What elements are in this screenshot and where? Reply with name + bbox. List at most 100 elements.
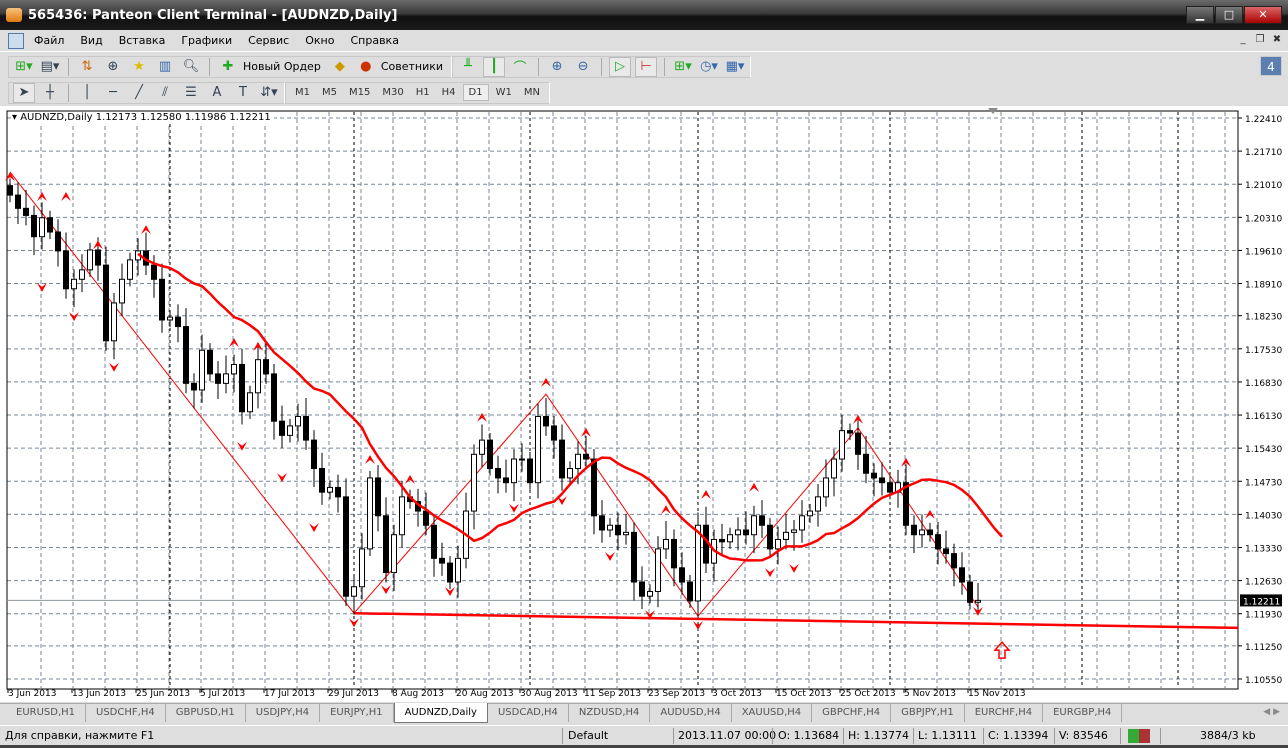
zoom-in-icon[interactable]: ⊕ — [546, 57, 568, 77]
menu-view[interactable]: Вид — [72, 34, 110, 47]
timeframe-h1[interactable]: H1 — [411, 85, 435, 100]
menu-window[interactable]: Окно — [297, 34, 342, 47]
fractal-up-arrow-icon — [229, 338, 239, 348]
text-label-icon[interactable]: T — [232, 83, 254, 103]
candle-body — [263, 359, 269, 375]
candle-body — [695, 524, 701, 602]
date-tick-label: 15 Nov 2013 — [968, 689, 1026, 699]
candle-body — [719, 538, 725, 543]
chart-tab[interactable]: EURJPY,H1 — [320, 704, 394, 722]
new-order-button[interactable]: Новый Ордер — [243, 60, 325, 73]
chart-tab[interactable]: XAUUSD,H4 — [732, 704, 813, 722]
price-chart[interactable]: 1.22410 1.21710 1.21010 1.20310 1.19610 1.189… — [0, 106, 1288, 702]
timeframe-m1[interactable]: M1 — [290, 85, 315, 100]
chart-tab[interactable]: USDCAD,H4 — [488, 704, 569, 722]
menu-help[interactable]: Справка — [342, 34, 406, 47]
chart-window-icon[interactable] — [8, 32, 24, 49]
candle — [743, 511, 749, 545]
minimize-button[interactable]: ▁ — [1186, 6, 1214, 24]
text-icon[interactable]: A — [206, 83, 228, 103]
terminal-icon[interactable]: ▥ — [154, 57, 176, 77]
candle — [367, 470, 373, 556]
fibonacci-icon[interactable]: ☰ — [180, 83, 202, 103]
mdi-restore-button[interactable]: ❐ — [1253, 33, 1267, 47]
indicators-icon[interactable]: ⊞▾ — [672, 57, 694, 77]
line-chart-icon[interactable]: ⌒ — [509, 57, 531, 77]
menu-tools[interactable]: Сервис — [240, 34, 297, 47]
experts-icon[interactable]: ● — [355, 57, 377, 77]
chart-canvas[interactable]: 1.22410 1.21710 1.21010 1.20310 1.19610 1.189… — [0, 106, 1288, 702]
navigator-icon[interactable]: ★ — [128, 57, 150, 77]
tab-scroll-arrows[interactable]: ◀ ▶ — [1263, 707, 1280, 717]
candle-body — [239, 363, 245, 413]
menu-file[interactable]: Файл — [26, 34, 72, 47]
chart-tab[interactable]: EURGBP,H4 — [1043, 704, 1123, 722]
strategy-tester-icon[interactable]: 🔍︎ — [180, 57, 202, 77]
chart-tab[interactable]: GBPJPY,H1 — [891, 704, 965, 722]
chart-tab[interactable]: NZDUSD,H4 — [569, 704, 651, 722]
trendline-icon[interactable]: ╱ — [128, 83, 150, 103]
metaeditor-icon[interactable]: ◆ — [329, 57, 351, 77]
chart-tab[interactable]: USDJPY,H4 — [246, 704, 321, 722]
chart-tab[interactable]: EURUSD,H1 — [6, 704, 87, 722]
notifications-badge[interactable]: 4 — [1260, 56, 1282, 76]
chart-tab[interactable]: USDCHF,H4 — [86, 704, 166, 722]
close-button[interactable]: ✕ — [1244, 6, 1282, 24]
candle — [767, 518, 773, 556]
chart-shift-icon[interactable]: ⊢ — [635, 56, 658, 77]
chart-tab[interactable]: GBPCHF,H4 — [812, 704, 892, 722]
vertical-line-icon[interactable]: │ — [76, 83, 98, 103]
date-tick-label: 15 Oct 2013 — [776, 689, 832, 699]
market-watch-icon[interactable]: ⇅ — [76, 57, 98, 77]
chart-tab[interactable]: EURCHF,H4 — [965, 704, 1044, 722]
date-tick-label: 20 Aug 2013 — [456, 689, 514, 699]
candle — [183, 308, 189, 394]
fractal-down-arrow-icon — [509, 503, 519, 513]
timeframe-m15[interactable]: M15 — [344, 85, 375, 100]
arrows-icon[interactable]: ⇵▾ — [258, 83, 280, 103]
new-chart-icon[interactable]: ⊞▾ — [13, 57, 35, 77]
chart-tab[interactable]: AUDNZD,Daily — [393, 703, 488, 723]
bar-chart-icon[interactable]: ╨ — [457, 57, 479, 77]
maximize-button[interactable]: □ — [1215, 6, 1243, 24]
chart-tab[interactable]: GBPUSD,H1 — [166, 704, 246, 722]
candle — [727, 527, 733, 549]
candle — [255, 346, 261, 409]
price-tick-label: 1.15430 — [1245, 445, 1282, 455]
zoom-out-icon[interactable]: ⊖ — [572, 57, 594, 77]
timeframe-d1[interactable]: D1 — [462, 84, 489, 101]
timeframe-mn[interactable]: MN — [519, 85, 545, 100]
fractal-up-arrow-icon — [405, 474, 415, 484]
data-window-icon[interactable]: ⊕ — [102, 57, 124, 77]
fractal-down-arrow-icon — [109, 362, 119, 372]
date-tick-label: 11 Sep 2013 — [584, 689, 641, 699]
candlestick-icon[interactable]: ┃ — [483, 56, 506, 77]
candle-body — [39, 217, 45, 238]
candle-body — [823, 477, 829, 498]
mdi-minimize-button[interactable]: _ — [1236, 33, 1250, 47]
menu-charts[interactable]: Графики — [173, 34, 240, 47]
timeframe-m30[interactable]: M30 — [377, 85, 408, 100]
templates-icon[interactable]: ▦▾ — [724, 57, 746, 77]
timeframe-w1[interactable]: W1 — [491, 85, 517, 100]
candle-body — [447, 562, 453, 583]
chart-tab[interactable]: AUDUSD,H4 — [650, 704, 732, 722]
timeframe-m5[interactable]: M5 — [317, 85, 342, 100]
candle — [471, 444, 477, 530]
profiles-icon[interactable]: ▤▾ — [39, 57, 61, 77]
new-order-icon[interactable]: ✚ — [217, 57, 239, 77]
candle — [951, 543, 957, 587]
timeframe-h4[interactable]: H4 — [437, 85, 461, 100]
crosshair-icon[interactable]: ┼ — [39, 83, 61, 103]
fractal-down-arrow-icon — [765, 568, 775, 578]
cursor-icon[interactable]: ➤ — [13, 82, 35, 103]
menu-insert[interactable]: Вставка — [111, 34, 174, 47]
periods-icon[interactable]: ◷▾ — [698, 57, 720, 77]
equidistant-channel-icon[interactable]: ⫽ — [154, 83, 176, 103]
horizontal-line-icon[interactable]: ─ — [102, 83, 124, 103]
auto-scroll-icon[interactable]: ▷ — [609, 56, 632, 77]
experts-button[interactable]: Советники — [381, 60, 447, 73]
candle — [199, 334, 205, 403]
fractal-down-arrow-icon — [349, 618, 359, 628]
mdi-close-button[interactable]: ✖ — [1270, 33, 1284, 47]
